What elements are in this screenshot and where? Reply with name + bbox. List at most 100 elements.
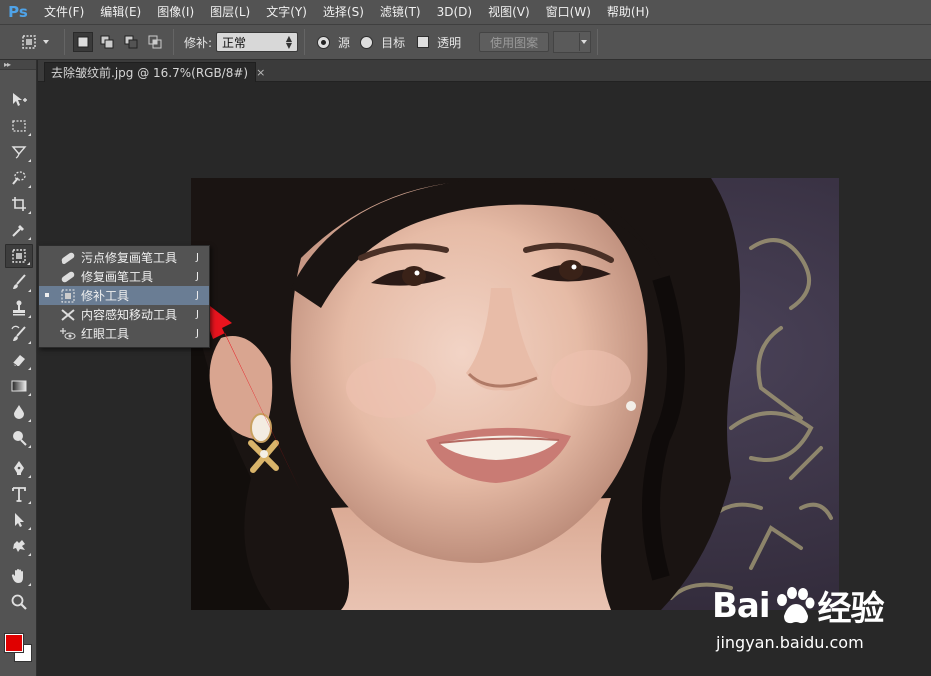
menu-image[interactable]: 图像(I) xyxy=(149,0,202,24)
zoom-icon xyxy=(11,594,27,610)
pen-tool[interactable] xyxy=(5,456,33,480)
history-brush-icon xyxy=(11,325,26,341)
brush-tool[interactable] xyxy=(5,270,33,294)
separator xyxy=(597,29,599,55)
photoshop-window: Ps 文件(F) 编辑(E) 图像(I) 图层(L) 文字(Y) 选择(S) 滤… xyxy=(0,0,931,676)
flyout-item-content-aware-move[interactable]: 内容感知移动工具 J xyxy=(39,305,209,324)
separator xyxy=(304,29,306,55)
pattern-dropdown[interactable] xyxy=(579,33,587,51)
brush-icon xyxy=(13,274,26,289)
lasso-icon xyxy=(11,146,27,159)
path-selection-icon xyxy=(15,513,24,527)
dodge-tool[interactable] xyxy=(5,426,33,450)
quick-selection-tool[interactable] xyxy=(5,166,33,190)
pattern-picker[interactable] xyxy=(553,31,592,53)
add-selection-button[interactable] xyxy=(97,32,117,52)
patch-icon xyxy=(22,35,36,49)
menu-layer[interactable]: 图层(L) xyxy=(202,0,258,24)
gradient-tool[interactable] xyxy=(5,374,33,398)
eraser-icon xyxy=(12,355,25,367)
flyout-item-patch[interactable]: 修补工具 J xyxy=(39,286,209,305)
type-tool[interactable] xyxy=(5,482,33,506)
zoom-tool[interactable] xyxy=(5,590,33,614)
pen-icon xyxy=(14,461,24,475)
new-selection-button[interactable] xyxy=(73,32,93,52)
flyout-item-healing-brush[interactable]: 修复画笔工具 J xyxy=(39,267,209,286)
panel-collapse-icon[interactable]: ▸▸ xyxy=(0,60,36,70)
eraser-tool[interactable] xyxy=(5,348,33,372)
menu-view[interactable]: 视图(V) xyxy=(480,0,538,24)
hand-tool[interactable] xyxy=(5,564,33,588)
flyout-item-spot-healing[interactable]: 污点修复画笔工具 J xyxy=(39,248,209,267)
menu-type[interactable]: 文字(Y) xyxy=(258,0,315,24)
quick-selection-icon xyxy=(12,171,26,185)
source-label: 源 xyxy=(338,35,351,50)
menu-3d[interactable]: 3D(D) xyxy=(429,0,480,24)
patch-tool[interactable] xyxy=(5,244,33,268)
menu-file[interactable]: 文件(F) xyxy=(36,0,92,24)
new-selection-icon xyxy=(77,36,89,48)
target-radio[interactable] xyxy=(360,35,374,49)
selected-indicator xyxy=(45,293,49,297)
foreground-color-swatch[interactable] xyxy=(4,633,24,653)
add-selection-icon xyxy=(100,35,114,49)
flyout-item-label: 修补工具 xyxy=(81,289,130,303)
eyedropper-tool[interactable] xyxy=(5,218,33,242)
document-tab[interactable]: 去除皱纹前.jpg @ 16.7%(RGB/8#) × xyxy=(44,62,265,82)
separator xyxy=(64,29,65,55)
patch-mode-value: 正常 xyxy=(222,35,247,50)
paw-icon xyxy=(776,586,815,623)
stamp-icon xyxy=(13,300,25,316)
eyedropper-icon xyxy=(12,225,24,237)
menu-select[interactable]: 选择(S) xyxy=(315,0,372,24)
dodge-icon xyxy=(13,431,27,446)
crop-tool[interactable] xyxy=(5,192,33,216)
clone-stamp-tool[interactable] xyxy=(5,296,33,320)
intersect-selection-button[interactable] xyxy=(145,32,165,52)
path-selection-tool[interactable] xyxy=(5,508,33,532)
shape-tool[interactable] xyxy=(5,534,33,558)
target-label: 目标 xyxy=(381,35,406,50)
menu-window[interactable]: 窗口(W) xyxy=(538,0,599,24)
healing-brush-icon xyxy=(59,269,77,285)
menu-help[interactable]: 帮助(H) xyxy=(599,0,657,24)
patch-mode-select[interactable]: 正常 ▲ ▼ xyxy=(216,32,299,52)
document-photo[interactable] xyxy=(191,178,839,610)
source-radio[interactable] xyxy=(317,35,331,49)
close-icon[interactable]: × xyxy=(256,66,265,79)
flyout-item-label: 红眼工具 xyxy=(81,327,130,341)
ps-logo: Ps xyxy=(8,3,28,21)
menu-filter[interactable]: 滤镜(T) xyxy=(372,0,429,24)
red-eye-icon xyxy=(59,326,77,342)
flyout-item-label: 污点修复画笔工具 xyxy=(81,251,178,265)
shortcut-key: J xyxy=(196,309,199,320)
menu-edit[interactable]: 编辑(E) xyxy=(92,0,149,24)
menu-bar: Ps 文件(F) 编辑(E) 图像(I) 图层(L) 文字(Y) 选择(S) 滤… xyxy=(0,0,931,24)
options-bar: 修补: 正常 ▲ ▼ 源 目标 透明 使用图案 xyxy=(0,24,931,60)
transparent-checkbox[interactable] xyxy=(417,36,430,48)
subtract-selection-icon xyxy=(124,35,138,49)
healing-tools-flyout: 污点修复画笔工具 J 修复画笔工具 J 修补工具 J 内容感知移动工具 J 红眼… xyxy=(38,245,210,348)
move-tool[interactable] xyxy=(5,88,33,112)
history-brush-tool[interactable] xyxy=(5,322,33,346)
chevron-down-icon xyxy=(580,40,587,44)
shortcut-key: J xyxy=(196,328,199,339)
watermark-brand-right: 经验 xyxy=(817,589,885,629)
watermark-url: jingyan.baidu.com xyxy=(716,633,864,652)
lasso-tool[interactable] xyxy=(5,140,33,164)
flyout-item-label: 内容感知移动工具 xyxy=(81,308,178,322)
tool-preset-picker[interactable] xyxy=(10,27,58,57)
blur-tool[interactable] xyxy=(5,400,33,424)
watermark-brand-left: Bai xyxy=(712,585,771,626)
patch-icon xyxy=(12,249,26,263)
flyout-item-red-eye[interactable]: 红眼工具 J xyxy=(39,324,209,343)
patch-mode-label: 修补: xyxy=(184,35,213,50)
marquee-tool[interactable] xyxy=(5,114,33,138)
shortcut-key: J xyxy=(196,290,199,301)
custom-shape-icon xyxy=(13,540,25,552)
content-aware-move-icon xyxy=(59,307,77,323)
baidu-jingyan-watermark: Bai 经验 jingyan.baidu.com xyxy=(712,575,902,665)
use-pattern-button[interactable]: 使用图案 xyxy=(479,32,550,52)
type-icon xyxy=(12,487,26,502)
subtract-selection-button[interactable] xyxy=(121,32,141,52)
